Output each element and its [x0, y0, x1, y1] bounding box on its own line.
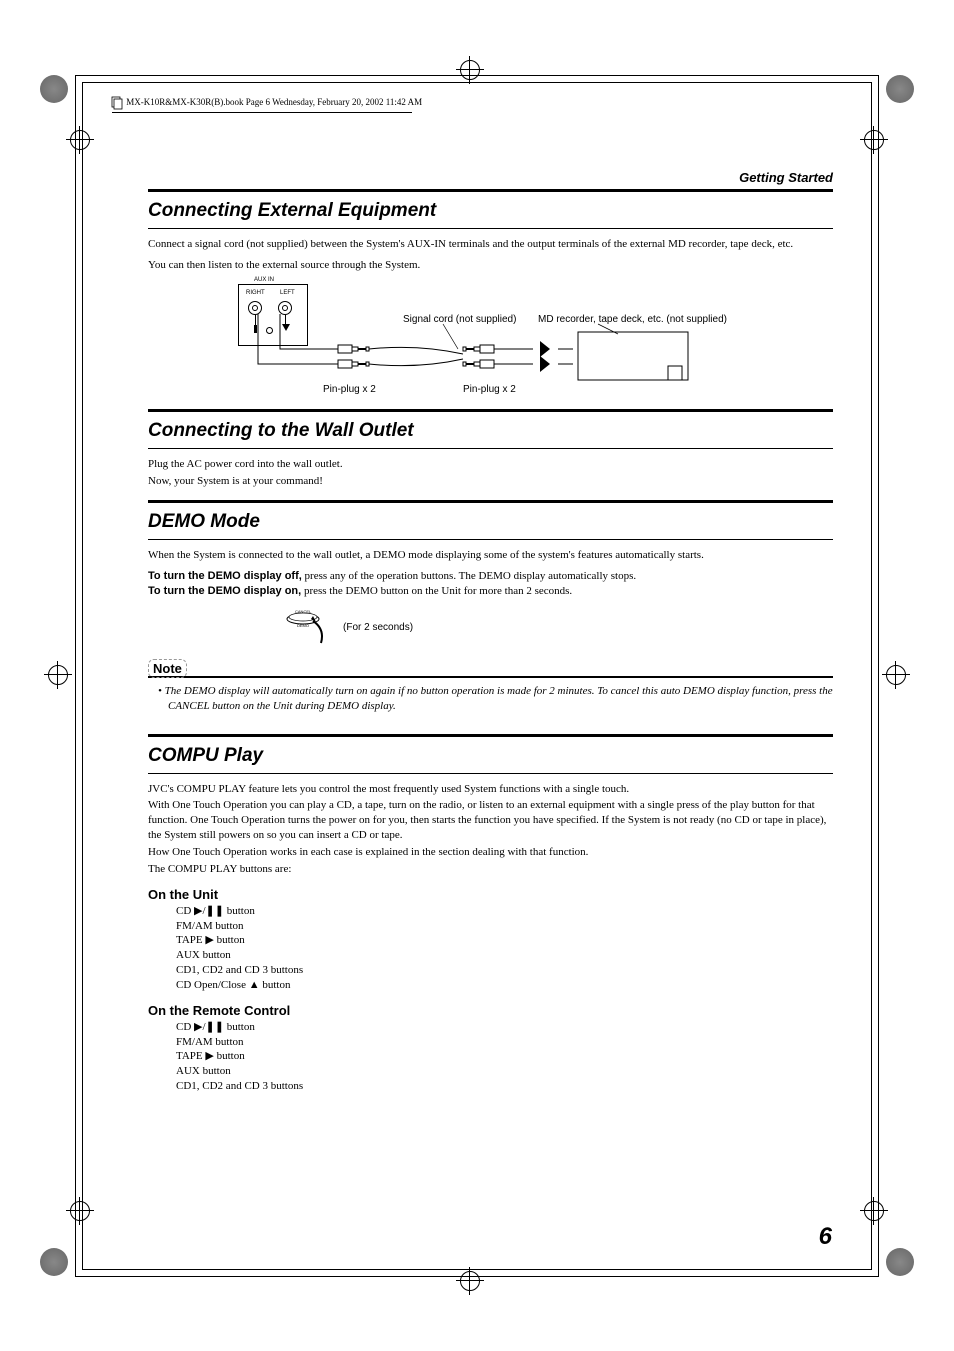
- section2-p2: Now, your System is at your command!: [148, 474, 833, 489]
- section2-p1: Plug the AC power cord into the wall out…: [148, 457, 833, 472]
- note-icon: Note: [148, 659, 187, 678]
- demo-button-diagram: CANCEL DEMO (For 2 seconds): [148, 607, 833, 647]
- section-title-wall-outlet: Connecting to the Wall Outlet: [148, 420, 833, 442]
- on-the-unit-heading: On the Unit: [148, 887, 833, 902]
- section-title-connecting-external: Connecting External Equipment: [148, 200, 833, 222]
- on-remote-heading: On the Remote Control: [148, 1003, 833, 1018]
- remote-button-list: CD ▶/❚❚ button FM/AM button TAPE ▶ butto…: [148, 1020, 833, 1094]
- section1-p1: Connect a signal cord (not supplied) bet…: [148, 237, 833, 252]
- section-title-demo-mode: DEMO Mode: [148, 511, 833, 533]
- section4-p1: JVC's COMPU PLAY feature lets you contro…: [148, 782, 833, 797]
- demo-note-text: • The DEMO display will automatically tu…: [148, 684, 833, 714]
- unit-button-list: CD ▶/❚❚ button FM/AM button TAPE ▶ butto…: [148, 904, 833, 993]
- book-header: MX-K10R&MX-K30R(B).book Page 6 Wednesday…: [110, 96, 422, 110]
- demo-label: DEMO: [297, 623, 309, 628]
- connection-diagram: AUX IN RIGHT LEFT Signal cord (not suppl…: [148, 279, 833, 399]
- section3-p1: When the System is connected to the wall…: [148, 548, 833, 563]
- section1-p2: You can then listen to the external sour…: [148, 258, 833, 273]
- section3-off: To turn the DEMO display off, press any …: [148, 569, 833, 599]
- page-number: 6: [819, 1223, 832, 1251]
- section4-p4: The COMPU PLAY buttons are:: [148, 862, 833, 877]
- running-head: Getting Started: [148, 170, 833, 185]
- section4-p2: With One Touch Operation you can play a …: [148, 798, 833, 843]
- section4-p3: How One Touch Operation works in each ca…: [148, 845, 833, 860]
- section-title-compu-play: COMPU Play: [148, 745, 833, 767]
